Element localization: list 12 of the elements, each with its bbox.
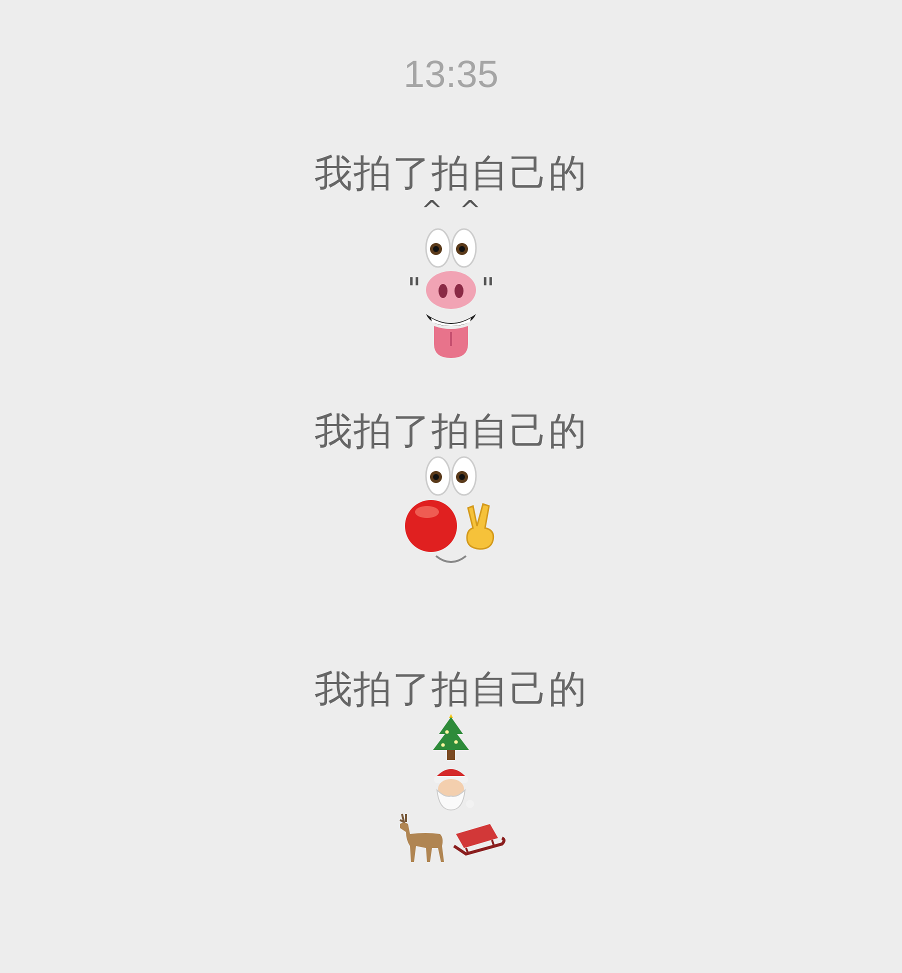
- pat-message: 我拍了拍自己的: [314, 150, 588, 196]
- pig-nose-icon: [425, 270, 477, 310]
- eyes-icon: [423, 454, 479, 498]
- message-time: 13:35: [403, 53, 499, 98]
- ball-icon: [403, 498, 459, 554]
- quote-mark: ": [481, 274, 495, 306]
- caret-text: ^ ^: [420, 196, 482, 226]
- smile-icon: [434, 554, 468, 566]
- eyes-icon: [423, 226, 479, 270]
- pat-message: 我拍了拍自己的: [314, 408, 588, 454]
- quote-mark: ": [407, 274, 421, 306]
- pat-message: 我拍了拍自己的: [314, 666, 588, 712]
